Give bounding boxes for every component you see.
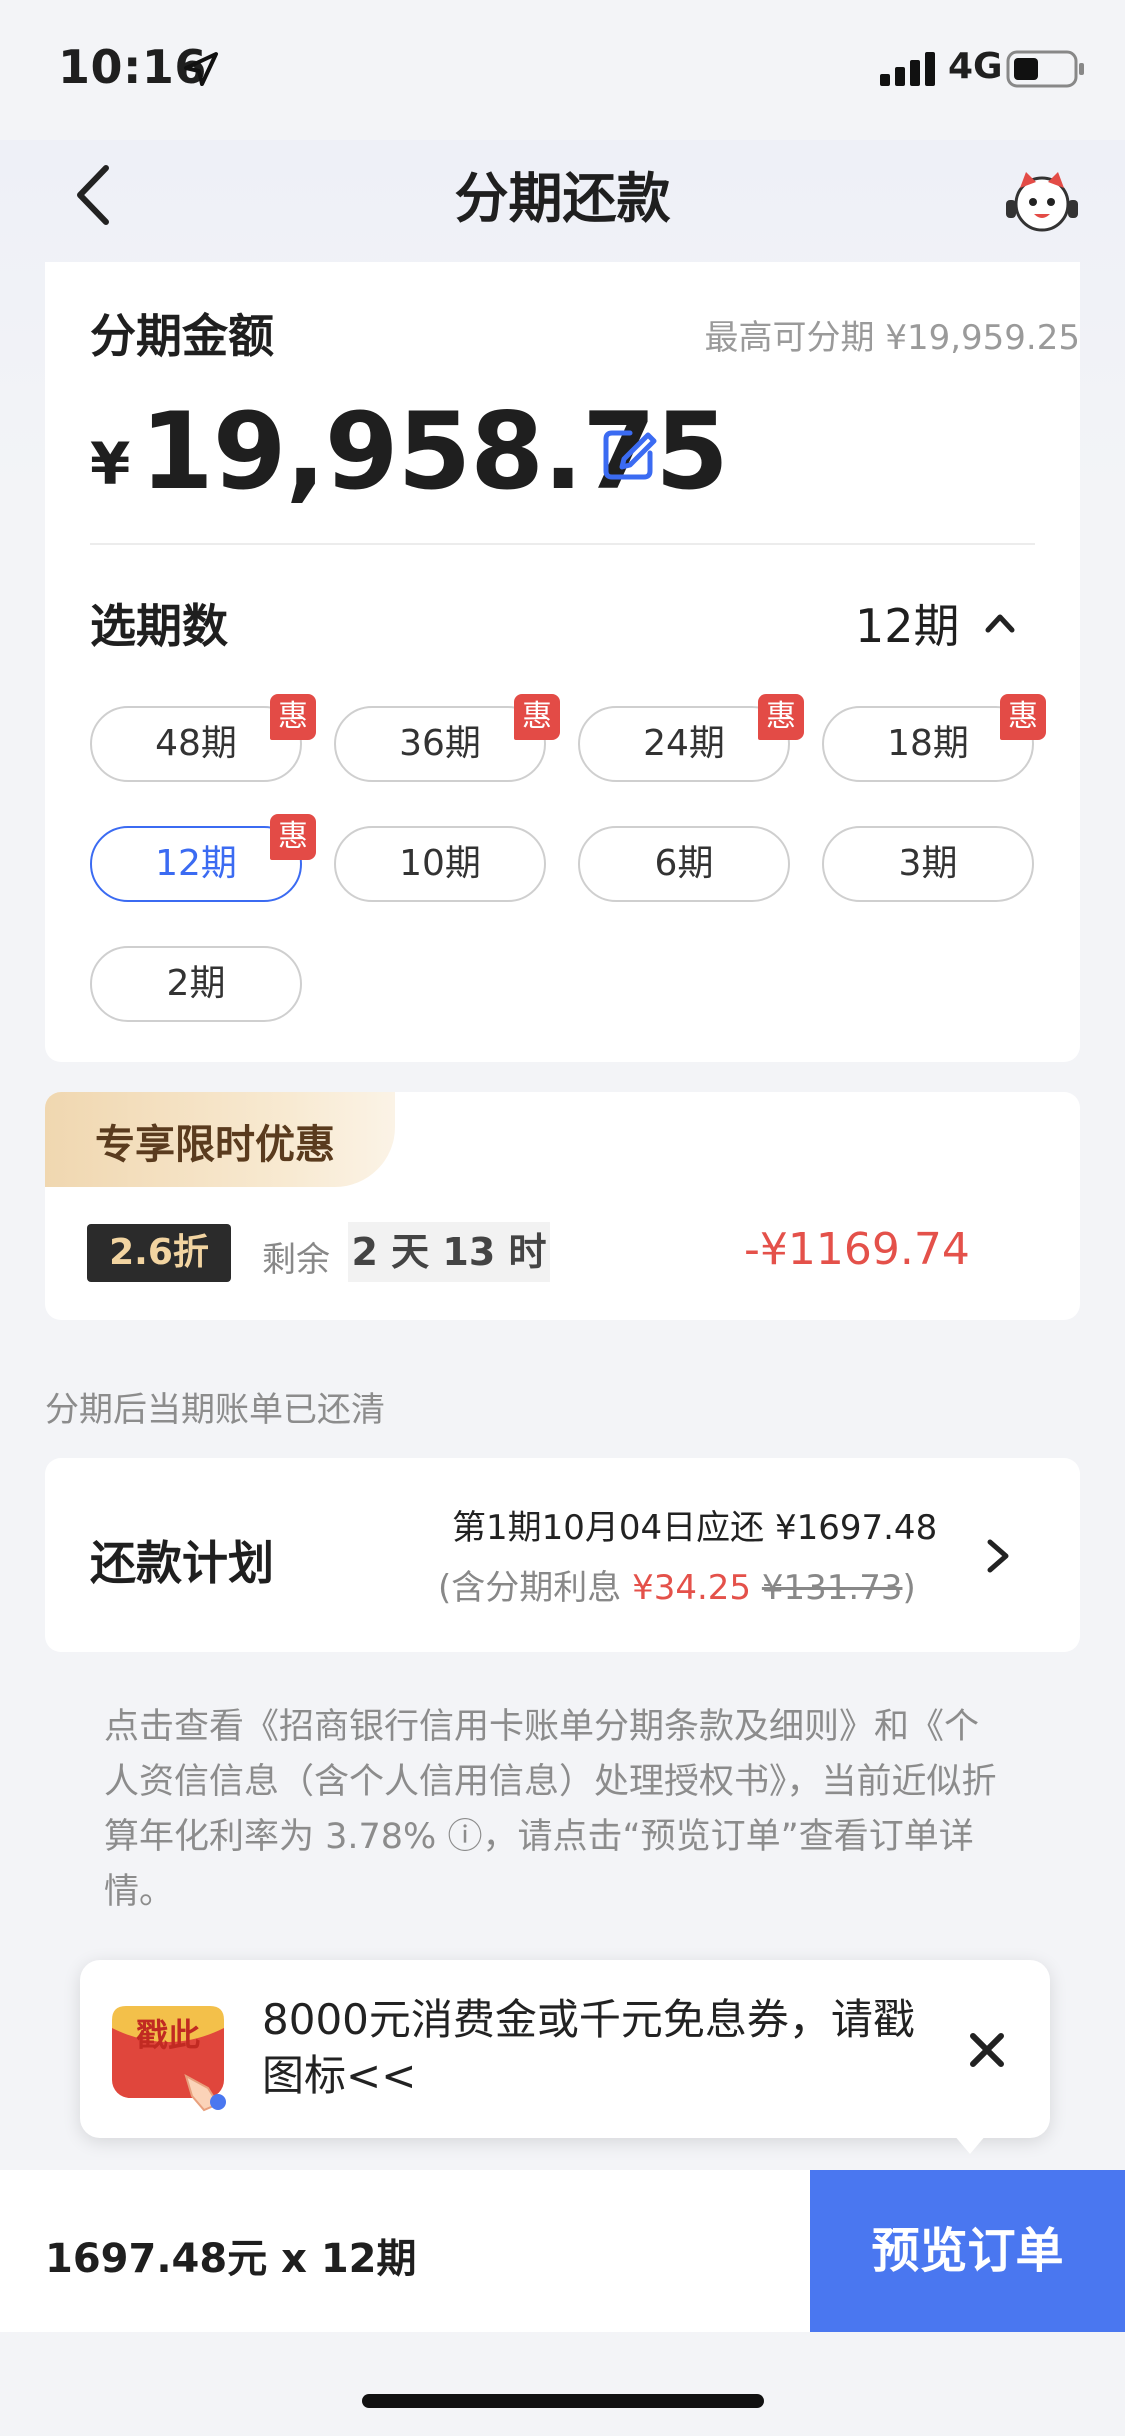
preview-order-button[interactable]: 预览订单 xyxy=(810,2170,1125,2332)
battery-icon xyxy=(1006,50,1084,88)
red-packet-label: 戳此 xyxy=(136,2016,200,2054)
discount-badge: 惠 xyxy=(1000,694,1046,740)
edit-icon[interactable] xyxy=(600,425,658,483)
interest-line: (含分期利息 ¥34.25 ¥131.73) xyxy=(438,1560,916,1609)
interest-suffix: ) xyxy=(902,1568,916,1608)
discount-badge: 惠 xyxy=(270,694,316,740)
interest-amount: ¥34.25 xyxy=(632,1568,752,1608)
remaining-label: 剩余 xyxy=(262,1240,330,1280)
period-selected-value[interactable]: 12期 xyxy=(855,590,960,656)
bubble-tail xyxy=(948,2128,992,2154)
period-option-6[interactable]: 6期 xyxy=(578,826,790,902)
currency-symbol: ¥ xyxy=(90,430,131,498)
terms-text[interactable]: 点击查看《招商银行信用卡账单分期条款及细则》和《个人资信信息（含个人信用信息）处… xyxy=(104,1700,1004,1920)
period-option-3[interactable]: 3期 xyxy=(822,826,1034,902)
period-option-2[interactable]: 2期 xyxy=(90,946,302,1022)
original-interest: ¥131.73 xyxy=(761,1568,903,1608)
chevron-right-icon[interactable] xyxy=(980,1536,1016,1576)
network-label: 4G xyxy=(948,46,1003,87)
discount-badge: 惠 xyxy=(270,814,316,860)
close-icon[interactable] xyxy=(965,2028,1009,2072)
amount-card xyxy=(45,262,1080,1062)
max-amount-text: 最高可分期 ¥19,959.25 xyxy=(704,318,1080,358)
location-arrow-icon xyxy=(184,52,218,86)
signal-icon xyxy=(880,52,935,86)
remaining-time: 2 天 13 时 xyxy=(348,1222,550,1282)
discount-rate-badge: 2.6折 xyxy=(87,1224,231,1282)
bill-note: 分期后当期账单已还清 xyxy=(45,1390,385,1430)
divider xyxy=(90,543,1035,545)
saving-amount: -¥1169.74 xyxy=(744,1224,970,1275)
home-indicator xyxy=(362,2394,764,2408)
chevron-up-icon[interactable] xyxy=(980,602,1020,642)
discount-badge: 惠 xyxy=(514,694,560,740)
back-button[interactable] xyxy=(60,160,130,230)
period-label: 选期数 xyxy=(90,599,228,653)
repayment-plan-title: 还款计划 xyxy=(90,1536,274,1590)
period-option-10[interactable]: 10期 xyxy=(334,826,546,902)
discount-badge: 惠 xyxy=(758,694,804,740)
installment-summary: 1697.48元 x 12期 xyxy=(45,2236,417,2282)
first-installment-text: 第1期10月04日应还 ¥1697.48 xyxy=(452,1508,938,1548)
promo-tag-label: 专享限时优惠 xyxy=(95,1121,335,1168)
assistant-mascot-icon[interactable] xyxy=(1004,166,1080,236)
page-title: 分期还款 xyxy=(454,167,671,230)
red-packet-icon[interactable]: 戳此 xyxy=(108,1992,236,2112)
bubble-message: 8000元消费金或千元免息券，请戳图标<< xyxy=(262,1995,915,2100)
interest-prefix: (含分期利息 xyxy=(438,1568,633,1608)
